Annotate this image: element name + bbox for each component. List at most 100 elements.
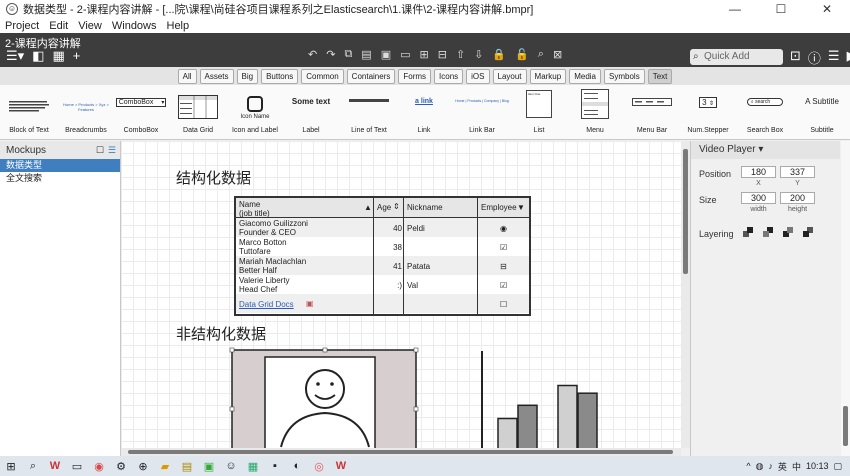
close-button[interactable]: ✕ xyxy=(804,0,850,18)
column-header-nickname[interactable]: Nickname xyxy=(407,203,443,212)
filter-big[interactable]: Big xyxy=(236,68,259,84)
gallery-menu[interactable]: Menu xyxy=(578,85,612,140)
sort-both-icon[interactable]: ⇕ xyxy=(393,202,400,211)
position-y-field[interactable]: 337 xyxy=(780,166,815,178)
filter-layout[interactable]: Layout xyxy=(492,68,527,84)
send-to-back-icon[interactable] xyxy=(803,227,814,238)
network-icon[interactable]: ⊕ xyxy=(132,460,154,473)
filter-assets[interactable]: Assets xyxy=(199,68,234,84)
filter-all[interactable]: All xyxy=(177,68,197,84)
chrome-icon[interactable]: ◉ xyxy=(88,460,110,473)
sort-descending-icon[interactable]: ▼ xyxy=(517,203,525,212)
filter-markup[interactable]: Markup xyxy=(529,68,567,84)
clock[interactable]: 10:13 xyxy=(806,461,829,471)
wps-writer-icon[interactable]: W xyxy=(330,460,352,472)
menu-edit[interactable]: Edit xyxy=(44,20,73,32)
hamburger-menu-icon[interactable]: ☰▾ xyxy=(6,48,24,64)
gallery-link[interactable]: a link Link xyxy=(404,85,444,140)
gallery-block-of-text[interactable]: Block of Text xyxy=(4,85,54,140)
bring-forward-icon[interactable]: ⇧ xyxy=(456,48,465,61)
chat-icon[interactable]: ◐ xyxy=(286,460,308,472)
gallery-menu-bar[interactable]: Menu Bar xyxy=(630,85,674,140)
menu-windows[interactable]: Windows xyxy=(107,20,162,32)
chevron-down-icon[interactable]: ▾ xyxy=(758,144,763,155)
filter-buttons[interactable]: Buttons xyxy=(261,68,299,84)
scrollbar-thumb[interactable] xyxy=(128,450,673,454)
notification-icon[interactable]: ▢ xyxy=(833,461,842,472)
column-header-employee[interactable]: Employee xyxy=(481,203,517,212)
checkbox-unchecked-icon[interactable]: ☐ xyxy=(500,300,507,309)
browser-icon[interactable]: ◎ xyxy=(308,460,330,473)
terminal-icon[interactable]: ▣ xyxy=(198,460,220,473)
unlock-icon[interactable]: 🔓 xyxy=(515,48,529,61)
notes-icon[interactable]: ☰ xyxy=(828,48,840,67)
send-backward-icon[interactable]: ⇩ xyxy=(474,48,483,61)
tray-app-icon[interactable]: ◍ xyxy=(756,461,764,472)
mockup-item-full-text-search[interactable]: 全文搜索 xyxy=(0,172,120,185)
windows-start-icon[interactable]: ⊞ xyxy=(0,460,22,473)
gallery-icon-and-label[interactable]: Icon Name Icon and Label xyxy=(230,85,280,140)
width-field[interactable]: 300 xyxy=(741,192,776,204)
presentation-icon[interactable]: ▶ xyxy=(847,48,850,67)
bring-forward-icon[interactable] xyxy=(763,227,774,238)
gallery-data-grid[interactable]: Data Grid xyxy=(176,85,220,140)
filter-forms[interactable]: Forms xyxy=(398,68,432,84)
checkbox-indeterminate-icon[interactable]: ⊟ xyxy=(500,262,507,271)
speaker-icon[interactable]: ♪ xyxy=(768,461,773,471)
square-view-icon[interactable]: ☐ xyxy=(96,145,104,156)
scrollbar-thumb[interactable] xyxy=(843,406,848,446)
single-view-icon[interactable]: ◧ xyxy=(32,48,44,64)
balsamiq-icon[interactable]: ☺ xyxy=(220,460,242,472)
send-backward-icon[interactable] xyxy=(783,227,794,238)
folder-icon[interactable]: ▰ xyxy=(154,460,176,473)
settings-gear-icon[interactable]: ⚙ xyxy=(110,460,132,473)
canvas-horizontal-scrollbar[interactable] xyxy=(121,448,681,456)
export-icon[interactable]: ⊡ xyxy=(790,48,801,67)
position-x-field[interactable]: 180 xyxy=(741,166,776,178)
paste-icon[interactable]: ▤ xyxy=(361,48,371,61)
checkbox-checked-icon[interactable]: ☑ xyxy=(500,281,507,290)
bring-to-front-icon[interactable] xyxy=(743,227,754,238)
info-icon[interactable]: ⓘ xyxy=(808,48,821,67)
filter-text[interactable]: Text xyxy=(647,68,673,84)
radio-selected-icon[interactable]: ◉ xyxy=(500,224,507,233)
gallery-subtitle[interactable]: A Subtitle Subtitle xyxy=(798,85,846,140)
filter-common[interactable]: Common xyxy=(301,68,344,84)
search-icon[interactable]: ⌕ xyxy=(538,48,544,61)
gallery-search-box[interactable]: ⌕ search Search Box xyxy=(742,85,788,140)
tray-expand-icon[interactable]: ^ xyxy=(746,461,750,471)
height-field[interactable]: 200 xyxy=(780,192,815,204)
column-header-name[interactable]: Name (job title) xyxy=(239,200,270,218)
filter-symbols[interactable]: Symbols xyxy=(604,68,645,84)
gallery-label-item[interactable]: Some text Label xyxy=(288,85,334,140)
filter-ios[interactable]: iOS xyxy=(466,68,490,84)
minimize-button[interactable]: — xyxy=(712,0,758,18)
gallery-breadcrumbs[interactable]: Home > Products > Xyz > Features Breadcr… xyxy=(59,85,113,140)
mockup-item-data-types[interactable]: 数据类型 xyxy=(0,159,120,172)
grid-view-icon[interactable]: ▦ xyxy=(52,48,64,64)
gallery-combobox[interactable]: ComboBox ▾ ComboBox xyxy=(115,85,167,140)
delete-icon[interactable]: ▭ xyxy=(400,48,410,61)
app-icon[interactable]: ▦ xyxy=(242,460,264,473)
idea-icon[interactable]: ▪ xyxy=(264,460,286,472)
mockup-canvas[interactable]: 结构化数据 Name (job title) ▲ Age ⇕ Nickname … xyxy=(121,141,681,448)
duplicate-icon[interactable]: ▣ xyxy=(381,48,391,61)
list-view-icon[interactable]: ☰ xyxy=(108,145,116,156)
group-icon[interactable]: ⊞ xyxy=(420,48,429,61)
ungroup-icon[interactable]: ⊟ xyxy=(438,48,447,61)
menu-view[interactable]: View xyxy=(73,20,107,32)
data-grid[interactable]: Name (job title) ▲ Age ⇕ Nickname Employ… xyxy=(234,196,531,316)
bar-chart-sketch[interactable] xyxy=(476,347,616,448)
scrollbar-thumb[interactable] xyxy=(683,149,688,274)
quick-add-input[interactable]: ⌕ Quick Add xyxy=(690,49,783,65)
filter-icons[interactable]: Icons xyxy=(434,68,464,84)
gallery-link-bar[interactable]: Home | Products | Company | Blog Link Ba… xyxy=(455,85,509,140)
sort-ascending-icon[interactable]: ▲ xyxy=(364,203,372,212)
copy-icon[interactable]: ⧉ xyxy=(344,48,352,61)
gallery-list[interactable]: Item One List xyxy=(522,85,556,140)
menu-project[interactable]: Project xyxy=(0,20,44,32)
search-icon[interactable]: ⌕ xyxy=(22,460,44,473)
wps-icon[interactable]: W xyxy=(44,460,66,472)
lock-icon[interactable]: 🔒 xyxy=(492,48,506,61)
file-explorer-icon[interactable]: ▭ xyxy=(66,460,88,473)
